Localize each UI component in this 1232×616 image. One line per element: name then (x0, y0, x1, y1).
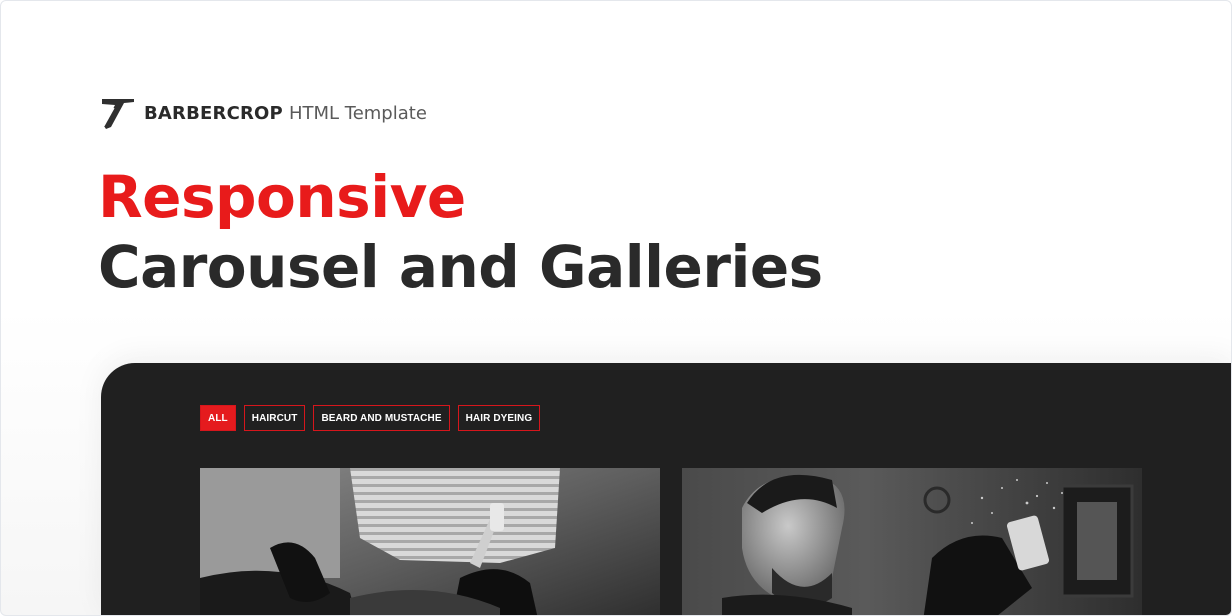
headline-main: Carousel and Galleries (98, 233, 823, 301)
gallery-item-shaving[interactable] (200, 468, 660, 615)
gallery-preview: ALL HAIRCUT BEARD AND MUSTACHE HAIR DYEI… (101, 363, 1231, 615)
filter-haircut[interactable]: HAIRCUT (243, 405, 306, 431)
gallery-item-spray[interactable] (682, 468, 1142, 615)
gallery-filters: ALL HAIRCUT BEARD AND MUSTACHE HAIR DYEI… (200, 405, 541, 431)
barber-shaving-photo (200, 468, 660, 615)
page-frame: BARBERCROP HTML Template Responsive Caro… (0, 0, 1232, 616)
headline-accent: Responsive (98, 163, 466, 231)
filter-beard-and-mustache[interactable]: BEARD AND MUSTACHE (313, 405, 450, 431)
filter-hair-dyeing[interactable]: HAIR DYEING (457, 405, 541, 431)
straight-razor-icon (102, 99, 134, 129)
brand: BARBERCROP HTML Template (100, 96, 427, 130)
filter-all[interactable]: ALL (200, 405, 236, 431)
brand-subtitle: HTML Template (288, 102, 427, 124)
barber-spray-photo (682, 468, 1142, 615)
brand-name: BARBERCROP (144, 102, 283, 124)
